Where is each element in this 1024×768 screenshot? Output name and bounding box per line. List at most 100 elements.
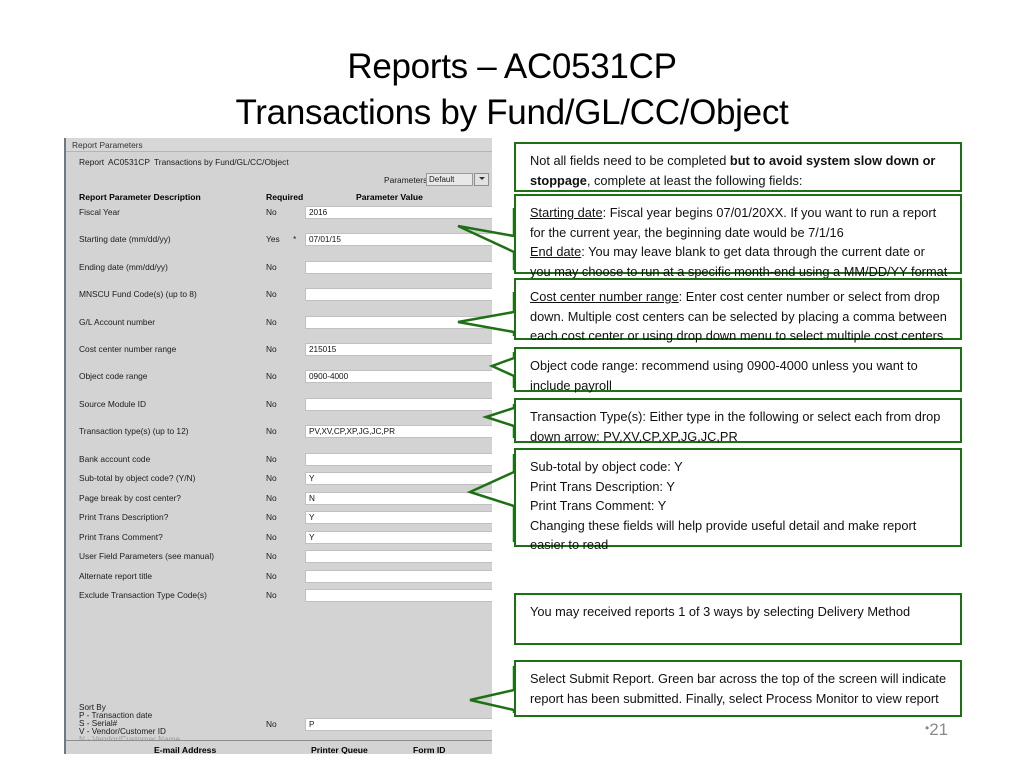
parameter-required: No — [266, 473, 277, 484]
parameter-label: Sub-total by object code? (Y/N) — [79, 473, 196, 484]
parameter-value: Y — [309, 532, 315, 542]
parameters-dropdown-button[interactable] — [474, 173, 489, 186]
parameter-row: Print Trans Description? No Y — [66, 511, 492, 525]
parameter-value-input[interactable]: N — [305, 491, 492, 505]
callout-cost-center-text: Cost center number range: Enter cost cen… — [530, 287, 948, 346]
parameter-value-input[interactable] — [305, 550, 492, 564]
callout-object-code: Object code range: recommend using 0900-… — [514, 347, 962, 393]
parameter-label: Source Module ID — [79, 398, 147, 409]
report-parameters-window: Report Parameters Report AC0531CP Transa… — [64, 138, 492, 754]
parameter-value: 07/01/15 — [309, 235, 341, 245]
parameter-label: Transaction type(s) (up to 12) — [79, 426, 189, 437]
parameter-label: Object code range — [79, 371, 148, 382]
parameter-row: G/L Account number No — [66, 315, 492, 330]
parameter-row: Exclude Transaction Type Code(s) No — [66, 589, 492, 603]
chevron-down-icon — [479, 177, 485, 180]
callout-dates: Starting date: Fiscal year begins 07/01/… — [514, 194, 962, 279]
parameter-row: Sub-total by object code? (Y/N) No Y — [66, 472, 492, 486]
parameter-required: No — [266, 551, 277, 562]
parameter-label: Page break by cost center? — [79, 492, 181, 503]
parameters-label: Parameters — [384, 175, 428, 185]
callout-submit-report: Select Submit Report. Green bar across t… — [514, 660, 962, 717]
callout-delivery-method: You may received reports 1 of 3 ways by … — [514, 593, 962, 645]
parameter-required: No — [266, 590, 277, 601]
report-label: Report — [79, 157, 105, 167]
callout-subtotal-line-3: Print Trans Comment: Y — [530, 498, 667, 513]
parameter-row: Object code range No 0900-4000 — [66, 370, 492, 384]
parameter-label: Ending date (mm/dd/yy) — [79, 261, 168, 272]
sort-by-input[interactable]: P — [305, 718, 492, 731]
parameter-value: Y — [309, 474, 315, 484]
parameter-required: No — [266, 316, 277, 327]
parameter-required: No — [266, 492, 277, 503]
parameter-value-input[interactable] — [305, 260, 492, 274]
parameter-value-input[interactable]: 0900-4000 — [305, 370, 492, 384]
parameter-value-input[interactable] — [305, 589, 492, 603]
parameter-value: N — [309, 493, 315, 503]
parameter-row: Bank account code No — [66, 452, 492, 467]
callout-intro-a: Not all fields need to be completed — [530, 153, 730, 168]
report-code: AC0531CP — [108, 157, 150, 167]
parameter-value-input[interactable]: 215015 — [305, 343, 492, 356]
parameter-label: MNSCU Fund Code(s) (up to 8) — [79, 289, 197, 300]
sort-by-block: Sort By P - Transaction date S - Serial#… — [66, 703, 492, 744]
form-id-header: Form ID — [413, 745, 446, 754]
parameter-required: No — [266, 207, 277, 217]
parameter-value-input[interactable]: 07/01/15 — [305, 233, 492, 247]
callout-cost-center: Cost center number range: Enter cost cen… — [514, 278, 962, 343]
parameter-value-input[interactable]: Y — [305, 472, 492, 486]
callout-end-date: End date: You may leave blank to get dat… — [530, 242, 948, 281]
parameters-selector: Parameters Default — [384, 173, 492, 187]
callout-subtotal-line-1: Sub-total by object code: Y — [530, 459, 683, 474]
callout-intro-text: Not all fields need to be completed but … — [530, 151, 948, 190]
parameter-label: Starting date (mm/dd/yy) — [79, 234, 171, 245]
parameter-value-input[interactable] — [305, 315, 492, 329]
slide-number: •21 — [925, 720, 948, 740]
parameter-required: No — [266, 289, 277, 300]
parameter-value-input[interactable] — [305, 569, 492, 583]
parameter-row: Starting date (mm/dd/yy) Yes * 07/01/15 — [66, 233, 492, 247]
parameter-row: MNSCU Fund Code(s) (up to 8) No — [66, 288, 492, 302]
parameter-required: No — [266, 426, 277, 437]
parameter-required: No — [266, 512, 277, 523]
parameter-value: 2016 — [309, 208, 328, 217]
parameter-required: Yes — [266, 234, 280, 245]
parameter-row: Cost center number range No 215015 — [66, 343, 492, 357]
column-header-description: Report Parameter Description — [79, 192, 201, 202]
column-header-value: Parameter Value — [356, 192, 423, 202]
parameter-value-input[interactable] — [305, 288, 492, 302]
parameter-value-input[interactable] — [305, 397, 492, 411]
title-line-1: Reports – AC0531CP — [347, 47, 677, 86]
parameter-row: Page break by cost center? No N — [66, 491, 492, 506]
parameter-required: No — [266, 398, 277, 409]
callout-subtotal-line-4: Changing these fields will help provide … — [530, 517, 917, 553]
callout-submit-report-text: Select Submit Report. Green bar across t… — [530, 671, 947, 706]
parameter-row: Transaction type(s) (up to 12) No PV,XV,CP… — [66, 425, 492, 439]
parameter-label: Cost center number range — [79, 344, 177, 354]
parameter-required: No — [266, 453, 277, 464]
slide-number-value: 21 — [929, 720, 949, 739]
callout-end-date-text: : You may leave blank to get data throug… — [530, 244, 948, 279]
window-title: Report Parameters — [72, 140, 143, 150]
parameter-label: Alternate report title — [79, 570, 153, 581]
parameter-value-input[interactable] — [305, 452, 492, 466]
parameters-select[interactable]: Default — [426, 173, 473, 186]
callout-starting-date-term: Starting date — [530, 205, 603, 220]
parameter-required: No — [266, 344, 277, 354]
parameter-value-input[interactable]: 2016 — [305, 206, 492, 219]
parameter-required: No — [266, 371, 277, 382]
report-description: Transactions by Fund/GL/CC/Object — [154, 157, 289, 167]
parameter-value-input[interactable]: Y — [305, 511, 492, 525]
parameter-required: No — [266, 261, 277, 272]
parameter-label: Exclude Transaction Type Code(s) — [79, 590, 207, 601]
callout-subtotal-fields: Sub-total by object code: Y Print Trans … — [514, 448, 962, 552]
sort-by-value: P — [309, 720, 315, 729]
parameter-required: No — [266, 570, 277, 581]
parameter-value-input[interactable]: PV,XV,CP,XP,JG,JC,PR — [305, 425, 492, 439]
parameter-label: User Field Parameters (see manual) — [79, 551, 214, 562]
callout-delivery-method-text: You may received reports 1 of 3 ways by … — [530, 604, 911, 619]
callout-transaction-type: Transaction Type(s): Either type in the … — [514, 398, 962, 444]
parameter-value-input[interactable]: Y — [305, 530, 492, 544]
callout-intro: Not all fields need to be completed but … — [514, 142, 962, 192]
callout-subtotal-line-2: Print Trans Description: Y — [530, 478, 675, 494]
